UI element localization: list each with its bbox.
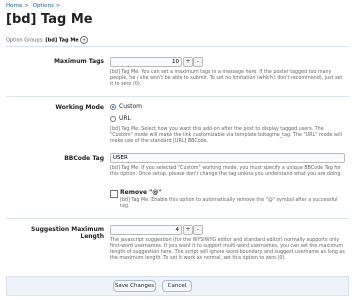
remove-at-label[interactable]: Remove "@" (120, 189, 161, 196)
dropdown-icon[interactable]: ▾ (80, 36, 89, 44)
remove-at-checkbox[interactable] (110, 190, 118, 198)
save-changes-button[interactable]: Save Changes (113, 280, 156, 292)
option-groups-value[interactable]: [bd] Tag Me (45, 38, 78, 44)
working-mode-custom-radio[interactable] (110, 104, 116, 110)
option-groups-label: Option Groups: (6, 37, 44, 44)
max-tags-decrement-button[interactable]: - (193, 57, 203, 67)
max-tags-explain: [bd] Tag Me: You can set a maximum tags … (110, 70, 343, 87)
suggestion-input[interactable]: 4 (110, 225, 182, 235)
suggestion-label: Suggestion Maximum Length (31, 226, 104, 240)
working-mode-url-label[interactable]: URL (119, 115, 131, 122)
working-mode-label: Working Mode (55, 104, 104, 111)
page-title: [bd] Tag Me (6, 12, 93, 27)
max-tags-input[interactable]: 10 (110, 57, 182, 67)
remove-at-explain: [bd] Tag Me: Enable this option to autom… (120, 198, 338, 209)
option-groups: Option Groups: [bd] Tag Me ▾ (6, 36, 89, 44)
working-mode-url-radio[interactable] (110, 116, 116, 122)
suggestion-decrement-button[interactable]: - (193, 225, 203, 235)
bbcode-tag-input[interactable]: USER (110, 153, 345, 163)
suggestion-explain: The javascript suggestion (for the WYSIW… (110, 238, 345, 261)
breadcrumb: Home > Options > (6, 3, 61, 9)
cancel-button[interactable]: Cancel (162, 280, 192, 292)
suggestion-increment-button[interactable]: + (183, 225, 193, 235)
working-mode-custom-label[interactable]: Custom (119, 103, 142, 110)
separator (6, 96, 349, 97)
breadcrumb-home[interactable]: Home (6, 3, 22, 9)
separator (6, 46, 349, 47)
separator (6, 218, 349, 219)
max-tags-label: Maximum Tags (53, 58, 104, 65)
max-tags-increment-button[interactable]: + (183, 57, 193, 67)
breadcrumb-options[interactable]: Options (33, 3, 54, 9)
bbcode-tag-label: BBCode Tag (64, 155, 104, 162)
bbcode-tag-explain: [bd] Tag Me: If you selected "Custom" wo… (110, 166, 342, 177)
working-mode-explain: [bd] Tag Me: Select how you want this ad… (110, 127, 342, 144)
